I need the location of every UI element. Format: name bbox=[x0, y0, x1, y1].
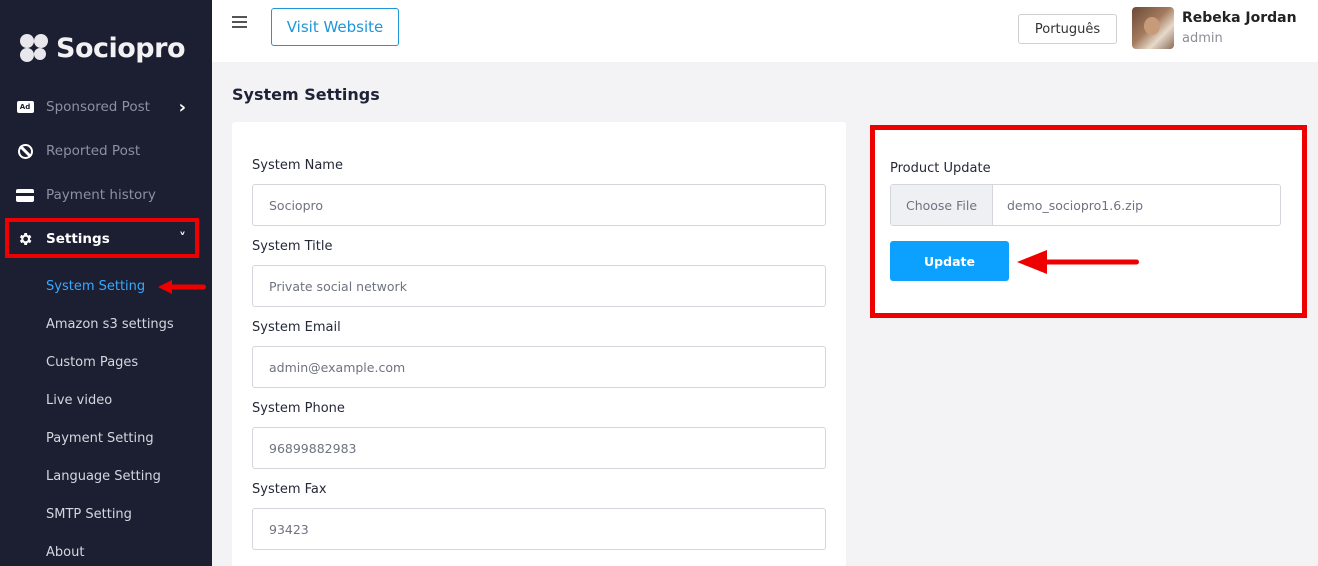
visit-website-button[interactable]: Visit Website bbox=[271, 8, 399, 46]
system-email-input[interactable]: admin@example.com bbox=[252, 346, 826, 388]
sidebar-item-reported-post[interactable]: Reported Post bbox=[0, 136, 212, 166]
annotation-arrow bbox=[158, 280, 206, 294]
logo-text: Sociopro bbox=[56, 32, 186, 64]
sidebar-sub-smtp-setting[interactable]: SMTP Setting bbox=[46, 507, 132, 522]
app-logo[interactable]: Sociopro bbox=[18, 32, 186, 64]
sidebar-sub-payment-setting[interactable]: Payment Setting bbox=[46, 431, 154, 446]
file-input[interactable]: Choose File demo_sociopro1.6.zip bbox=[890, 184, 1281, 226]
top-bar: Visit Website Português Rebeka Jordan ad… bbox=[212, 0, 1318, 62]
sidebar-item-label: Payment history bbox=[46, 187, 156, 203]
system-title-input[interactable]: Private social network bbox=[252, 265, 826, 307]
page-title: System Settings bbox=[232, 85, 380, 104]
sidebar-sub-language-setting[interactable]: Language Setting bbox=[46, 469, 161, 484]
logo-icon bbox=[18, 32, 50, 64]
annotation-arrow bbox=[1017, 250, 1139, 274]
update-button[interactable]: Update bbox=[890, 241, 1009, 281]
sidebar-sub-amazon-s3[interactable]: Amazon s3 settings bbox=[46, 317, 174, 332]
hamburger-menu-icon[interactable] bbox=[232, 16, 247, 28]
user-name[interactable]: Rebeka Jordan bbox=[1182, 10, 1297, 26]
system-phone-input[interactable]: 96899882983 bbox=[252, 427, 826, 469]
choose-file-button[interactable]: Choose File bbox=[891, 185, 993, 225]
sidebar-sub-custom-pages[interactable]: Custom Pages bbox=[46, 355, 138, 370]
system-phone-label: System Phone bbox=[252, 401, 345, 416]
sidebar-item-payment-history[interactable]: Payment history bbox=[0, 180, 212, 210]
sidebar-sub-live-video[interactable]: Live video bbox=[46, 393, 112, 408]
chevron-right-icon: › bbox=[178, 96, 186, 118]
user-role: admin bbox=[1182, 31, 1223, 46]
ad-icon: Ad bbox=[16, 98, 34, 116]
sidebar-item-sponsored-post[interactable]: Ad Sponsored Post › bbox=[0, 92, 212, 122]
system-title-label: System Title bbox=[252, 239, 333, 254]
ban-icon bbox=[16, 142, 34, 160]
sidebar-item-label: Sponsored Post bbox=[46, 99, 150, 115]
selected-file-name: demo_sociopro1.6.zip bbox=[1007, 197, 1144, 213]
system-name-input[interactable]: Sociopro bbox=[252, 184, 826, 226]
system-email-label: System Email bbox=[252, 320, 341, 335]
system-fax-input[interactable]: 93423 bbox=[252, 508, 826, 550]
sidebar-sub-about[interactable]: About bbox=[46, 545, 84, 560]
sidebar-sub-system-setting[interactable]: System Setting bbox=[46, 279, 145, 294]
language-select[interactable]: Português bbox=[1018, 14, 1117, 44]
settings-highlight-box bbox=[5, 218, 199, 258]
sidebar: Sociopro Ad Sponsored Post › Reported Po… bbox=[0, 0, 212, 566]
credit-card-icon bbox=[16, 186, 34, 204]
sidebar-item-label: Reported Post bbox=[46, 143, 141, 159]
system-settings-form: System Name Sociopro System Title Privat… bbox=[232, 122, 846, 566]
product-update-label: Product Update bbox=[890, 161, 991, 176]
product-update-card: Product Update Choose File demo_sociopro… bbox=[870, 125, 1307, 318]
system-name-label: System Name bbox=[252, 158, 343, 173]
avatar[interactable] bbox=[1132, 7, 1174, 49]
system-fax-label: System Fax bbox=[252, 482, 327, 497]
